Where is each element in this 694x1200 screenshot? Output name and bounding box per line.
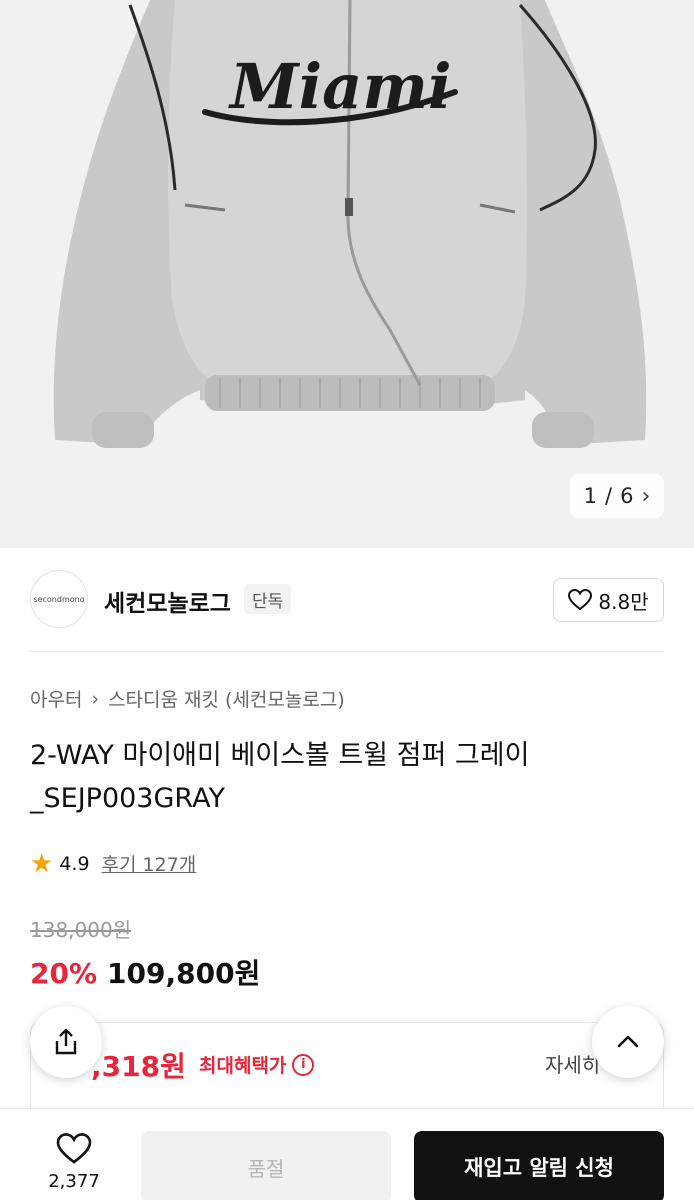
brand-like-count: 8.8만	[598, 589, 649, 614]
breadcrumb-item-subcategory[interactable]: 스타디움 재킷 (세컨모놀로그)	[108, 685, 345, 712]
chevron-up-icon	[617, 1035, 639, 1048]
max-benefit-price: ,318원	[91, 1050, 186, 1083]
heart-icon	[568, 589, 593, 611]
jacket-illustration: Miami	[53, 0, 647, 448]
brand-like-button[interactable]: 8.8만	[553, 578, 664, 622]
soldout-button: 품절	[141, 1131, 391, 1200]
breadcrumb-item-category[interactable]: 아우터	[30, 685, 82, 712]
info-icon[interactable]: i	[292, 1053, 315, 1076]
chevron-right-icon: ›	[641, 483, 651, 509]
price-row: 20% 109,800원	[30, 952, 260, 992]
max-benefit-label: 최대혜택가 i	[199, 1051, 315, 1078]
brand-row: secondmono 세컨모놀로그 단독 8.8만	[30, 570, 664, 628]
share-button[interactable]	[30, 1006, 102, 1078]
svg-text:Miami: Miami	[228, 50, 452, 123]
max-benefit-box[interactable]: ,318원 최대혜택가 i 자세히	[30, 1022, 664, 1122]
breadcrumb: 아우터 › 스타디움 재킷 (세컨모놀로그)	[30, 685, 345, 712]
wish-button[interactable]: 2,377	[30, 1133, 118, 1192]
wish-count: 2,377	[48, 1171, 100, 1192]
scroll-top-button[interactable]	[592, 1006, 664, 1078]
exclusive-badge: 단독	[244, 584, 292, 614]
image-counter-total: 6	[620, 484, 634, 508]
rating-row: ★ 4.9 후기 127개	[30, 850, 196, 877]
image-counter-separator: /	[605, 484, 613, 508]
max-benefit-label-text: 최대혜택가	[199, 1055, 287, 1077]
brand-logo-text: secondmono	[33, 594, 85, 604]
original-price: 138,000원	[30, 918, 132, 942]
brand-name[interactable]: 세컨모놀로그	[104, 584, 231, 618]
divider	[30, 651, 664, 652]
image-counter-current: 1	[583, 484, 598, 508]
discount-rate: 20%	[30, 957, 98, 990]
chevron-right-icon: ›	[91, 687, 100, 710]
review-link[interactable]: 후기 127개	[102, 850, 197, 877]
share-icon	[55, 1028, 77, 1055]
restock-alert-button[interactable]: 재입고 알림 신청	[414, 1131, 664, 1200]
brand-logo[interactable]: secondmono	[30, 570, 88, 628]
sale-price: 109,800원	[107, 957, 261, 990]
product-title: 2-WAY 마이애미 베이스볼 트윌 점퍼 그레이_SEJP003GRAY	[30, 740, 530, 814]
heart-icon	[56, 1133, 92, 1164]
star-icon: ★	[30, 848, 54, 879]
image-counter[interactable]: 1 / 6 ›	[570, 474, 664, 518]
benefit-detail-link[interactable]: 자세히	[545, 1049, 600, 1078]
product-image[interactable]: Miami 1 / 6 ›	[0, 0, 694, 548]
rating-value: 4.9	[59, 852, 90, 875]
bottom-action-bar: 2,377 품절 재입고 알림 신청	[0, 1108, 694, 1200]
